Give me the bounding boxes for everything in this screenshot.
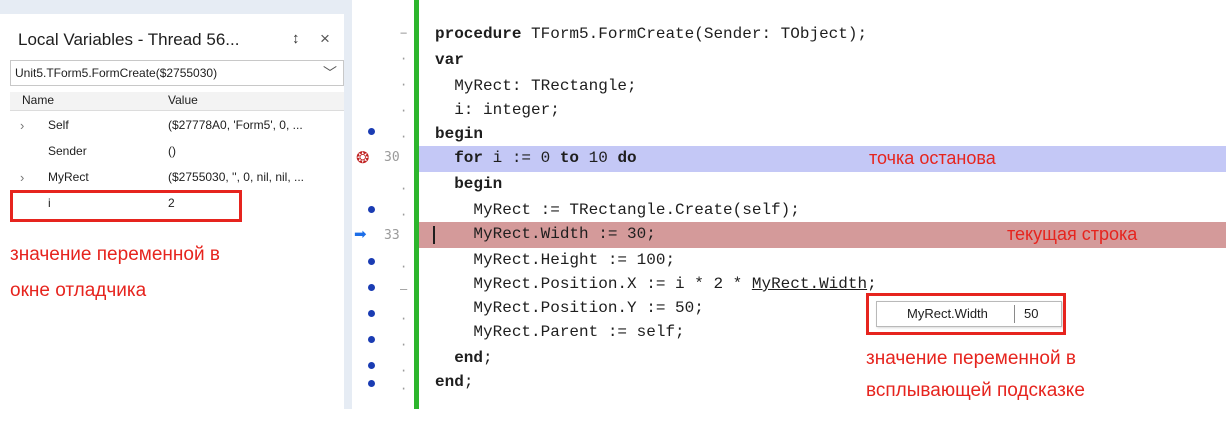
variable-value: ($27778A0, 'Form5', 0, ... <box>168 118 303 132</box>
line-number-current: 33 <box>384 228 400 243</box>
variable-name: MyRect <box>48 170 89 184</box>
tooltip-note-line1: значение переменной в <box>866 348 1076 369</box>
executable-line-dot[interactable] <box>368 284 375 291</box>
code-line[interactable]: MyRect.Position.Y := 50; <box>419 296 1226 322</box>
executable-line-dot[interactable] <box>368 310 375 317</box>
code-keyword: begin <box>435 175 503 193</box>
variable-value: () <box>168 144 176 158</box>
code-keyword: end <box>435 349 484 367</box>
hovered-identifier[interactable]: MyRect.Width <box>752 275 867 293</box>
local-variables-panel: Local Variables - Thread 56... ↕ × Unit5… <box>0 0 344 409</box>
code-editor[interactable]: procedure TForm5.FormCreate(Sender: TObj… <box>419 0 1226 409</box>
executable-line-dot[interactable] <box>368 128 375 135</box>
locals-note-line2: окне отладчика <box>10 280 147 301</box>
column-header-name[interactable]: Name <box>22 93 54 107</box>
gutter-dot: · <box>400 382 408 396</box>
line-number-breakpoint: 30 <box>384 150 400 165</box>
code-text: 10 <box>579 149 618 167</box>
code-text: i := 0 <box>483 149 560 167</box>
breakpoint-icon[interactable]: ❂ <box>356 148 369 168</box>
gutter-dot: · <box>400 312 408 326</box>
gutter-dot: · <box>400 182 408 196</box>
tooltip-highlight-box <box>866 293 1066 335</box>
code-line[interactable]: begin <box>419 172 1226 198</box>
code-line[interactable]: MyRect := TRectangle.Create(self); <box>419 198 1226 224</box>
code-text: ; <box>867 275 877 293</box>
code-text: MyRect.Width := 30; <box>435 225 656 243</box>
executable-line-dot[interactable] <box>368 258 375 265</box>
code-text: ; <box>463 373 474 391</box>
current-execution-line[interactable]: MyRect.Width := 30; текущая строка <box>419 222 1226 248</box>
execution-point-icon: ➡ <box>354 226 367 243</box>
gutter-dot: · <box>400 208 408 222</box>
code-line[interactable]: procedure TForm5.FormCreate(Sender: TObj… <box>419 22 1226 48</box>
code-text: MyRect.Height := 100; <box>435 251 676 269</box>
locals-note-line1: значение переменной в <box>10 244 220 265</box>
variable-name: Self <box>48 118 69 132</box>
gutter-dot: · <box>400 338 408 352</box>
breakpoint-note: точка останова <box>869 148 996 168</box>
code-keyword: do <box>617 149 637 167</box>
code-text: MyRect.Position.X := i * 2 * <box>435 275 752 293</box>
variable-value: ($2755030, '', 0, nil, nil, ... <box>168 170 304 184</box>
code-text: MyRect := TRectangle.Create(self); <box>435 201 800 219</box>
code-line[interactable]: MyRect.Parent := self; <box>419 320 1226 346</box>
variable-name: Sender <box>48 144 87 158</box>
locals-highlight-box <box>10 190 242 222</box>
code-text: i: integer; <box>435 101 560 119</box>
variable-row-self[interactable]: › Self ($27778A0, 'Form5', 0, ... <box>10 114 344 140</box>
stack-frame-select[interactable]: Unit5.TForm5.FormCreate($2755030) ﹀ <box>10 60 344 86</box>
code-text: MyRect.Position.Y := 50; <box>435 299 704 317</box>
current-line-note: текущая строка <box>1007 224 1138 244</box>
expand-icon[interactable]: › <box>20 118 24 133</box>
variable-row-sender[interactable]: Sender () <box>10 140 344 166</box>
variables-grid-header: Name Value <box>10 92 344 111</box>
code-line[interactable]: begin <box>419 122 1226 148</box>
code-line[interactable]: MyRect.Position.X := i * 2 * MyRect.Widt… <box>419 272 1226 298</box>
code-keyword: for <box>435 149 484 167</box>
code-keyword: begin <box>435 125 484 143</box>
code-line[interactable]: end; <box>419 370 1226 396</box>
code-keyword: var <box>435 51 464 69</box>
gutter-dot: · <box>400 52 408 66</box>
executable-line-dot[interactable] <box>368 380 375 387</box>
chevron-down-icon[interactable]: ﹀ <box>323 63 337 83</box>
close-icon[interactable]: × <box>320 29 330 49</box>
code-keyword: to <box>559 149 580 167</box>
code-line[interactable]: end; <box>419 346 1226 372</box>
column-header-value[interactable]: Value <box>168 93 198 107</box>
panel-splitter[interactable] <box>344 0 352 409</box>
stack-frame-value: Unit5.TForm5.FormCreate($2755030) <box>15 66 218 80</box>
breakpoint-line[interactable]: for i := 0 to 10 do точка останова <box>419 146 1226 172</box>
gutter-dot: · <box>400 260 408 274</box>
gutter-dot: · <box>400 130 408 144</box>
executable-line-dot[interactable] <box>368 336 375 343</box>
tooltip-note-line2: всплывающей подсказке <box>866 380 1085 401</box>
code-line[interactable]: MyRect: TRectangle; <box>419 74 1226 100</box>
gutter-dot: · <box>400 104 408 118</box>
executable-line-dot[interactable] <box>368 362 375 369</box>
fold-toggle-icon[interactable]: – <box>400 282 407 296</box>
gutter-dot: · <box>400 364 408 378</box>
editor-gutter[interactable]: − · · · · ❂ 30 · · ➡ 33 · – · · · · <box>352 0 407 409</box>
code-line[interactable]: var <box>419 48 1226 74</box>
code-keyword: procedure <box>435 25 522 43</box>
code-text: MyRect.Parent := self; <box>435 323 685 341</box>
code-text: TForm5.FormCreate(Sender: TObject); <box>521 25 868 43</box>
panel-top-strip <box>0 0 344 14</box>
gutter-dot: · <box>400 78 408 92</box>
panel-title: Local Variables - Thread 56... <box>18 30 240 49</box>
pin-icon[interactable]: ↕ <box>292 30 300 47</box>
code-text: MyRect: TRectangle; <box>435 77 637 95</box>
variable-row-myrect[interactable]: › MyRect ($2755030, '', 0, nil, nil, ... <box>10 166 344 192</box>
code-line[interactable]: MyRect.Height := 100; <box>419 248 1226 274</box>
code-keyword: end <box>435 373 464 391</box>
fold-toggle-icon[interactable]: − <box>400 26 407 40</box>
expand-icon[interactable]: › <box>20 170 24 185</box>
code-text: ; <box>483 349 493 367</box>
code-line[interactable]: i: integer; <box>419 98 1226 124</box>
executable-line-dot[interactable] <box>368 206 375 213</box>
